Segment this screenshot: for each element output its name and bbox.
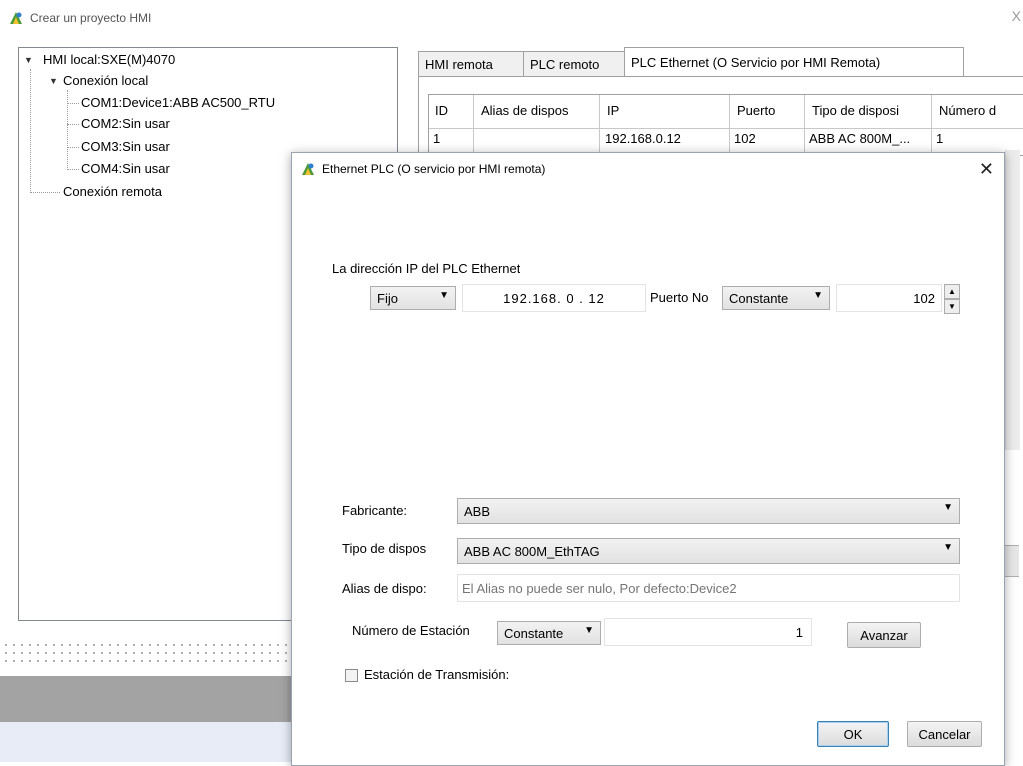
ethernet-plc-dialog: Ethernet PLC (O servicio por HMI remota)…: [291, 152, 1005, 766]
grid-header-ip[interactable]: IP: [603, 99, 727, 123]
tree-root-hmi-local[interactable]: HMI local:SXE(M)4070: [43, 52, 175, 67]
chevron-down-icon: ▼: [439, 290, 449, 301]
grid-header-alias[interactable]: Alias de dispos: [477, 99, 599, 123]
port-spinner[interactable]: ▲ ▼: [944, 284, 960, 314]
chevron-down-icon: ▼: [943, 542, 953, 553]
tab-divider: [418, 76, 1023, 77]
collapse-arrow-icon[interactable]: ▼: [49, 76, 58, 86]
ip-section-label: La dirección IP del PLC Ethernet: [332, 261, 521, 276]
manufacturer-label: Fabricante:: [342, 503, 408, 518]
main-close-icon[interactable]: X: [1012, 8, 1021, 24]
grid-cell[interactable]: 1: [932, 129, 1023, 149]
port-mode-select[interactable]: Constante ▼: [722, 286, 830, 310]
broadcast-label: Estación de Transmisión:: [364, 667, 510, 682]
chevron-down-icon: ▼: [943, 502, 953, 513]
grid-cell[interactable]: 102: [730, 129, 804, 149]
dialog-title-bar: Ethernet PLC (O servicio por HMI remota): [300, 161, 545, 177]
alias-label: Alias de dispo:: [342, 581, 427, 596]
main-window-title: Crear un proyecto HMI: [30, 11, 152, 25]
app-icon: [10, 12, 22, 24]
close-icon[interactable]: ✕: [979, 159, 994, 180]
grid-header-station[interactable]: Número d: [935, 99, 1023, 123]
tab-hmi-remota[interactable]: HMI remota: [418, 51, 524, 76]
manufacturer-select[interactable]: ABB ▼: [457, 498, 960, 524]
grid-cell[interactable]: ABB AC 800M_...: [805, 129, 933, 149]
design-grid-area: [0, 638, 292, 668]
port-field[interactable]: 102: [836, 284, 942, 312]
grid-header-device-type[interactable]: Tipo de disposi: [808, 99, 932, 123]
grid-cell[interactable]: 192.168.0.12: [601, 129, 729, 149]
app-icon: [302, 163, 314, 175]
ok-button[interactable]: OK: [817, 721, 889, 747]
workspace-background: [0, 676, 292, 722]
grid-scrollbar[interactable]: [1005, 150, 1020, 450]
device-type-select[interactable]: ABB AC 800M_EthTAG ▼: [457, 538, 960, 564]
plc-ethernet-grid: ID Alias de dispos IP Puerto Tipo de dis…: [428, 94, 1023, 156]
station-number-label: Número de Estación: [352, 623, 470, 638]
tab-plc-remoto[interactable]: PLC remoto: [523, 51, 629, 76]
tree-node-com3[interactable]: COM3:Sin usar: [81, 139, 170, 154]
spin-down-icon[interactable]: ▼: [944, 299, 960, 314]
tree-node-com4[interactable]: COM4:Sin usar: [81, 161, 170, 176]
broadcast-checkbox[interactable]: [345, 669, 358, 682]
tree-node-com2[interactable]: COM2:Sin usar: [81, 116, 170, 131]
alias-input[interactable]: [457, 574, 960, 602]
main-window-title-bar: Crear un proyecto HMI: [8, 8, 151, 28]
tree-node-com1[interactable]: COM1:Device1:ABB AC500_RTU: [81, 95, 275, 110]
tree-node-remote-connection[interactable]: Conexión remota: [63, 184, 162, 199]
device-type-label: Tipo de dispos: [342, 541, 427, 556]
ip-mode-select[interactable]: Fijo ▼: [370, 286, 456, 310]
spin-up-icon[interactable]: ▲: [944, 284, 960, 299]
station-number-field[interactable]: 1: [604, 618, 812, 646]
chevron-down-icon: ▼: [584, 625, 594, 636]
station-mode-select[interactable]: Constante ▼: [497, 621, 601, 645]
tree-node-local-connection[interactable]: Conexión local: [63, 73, 148, 88]
advance-button[interactable]: Avanzar: [847, 622, 921, 648]
collapse-arrow-icon[interactable]: ▼: [24, 55, 33, 65]
grid-cell[interactable]: 1: [429, 129, 473, 149]
tab-plc-ethernet[interactable]: PLC Ethernet (O Servicio por HMI Remota): [624, 47, 964, 76]
port-label: Puerto No: [650, 290, 709, 305]
dialog-title: Ethernet PLC (O servicio por HMI remota): [322, 162, 546, 176]
chevron-down-icon: ▼: [813, 290, 823, 301]
grid-header-id[interactable]: ID: [431, 99, 475, 123]
cancel-button[interactable]: Cancelar: [907, 721, 982, 747]
grid-header-port[interactable]: Puerto: [733, 99, 805, 123]
status-area: [0, 722, 292, 762]
ip-address-field[interactable]: 192.168. 0 . 12: [462, 284, 646, 312]
